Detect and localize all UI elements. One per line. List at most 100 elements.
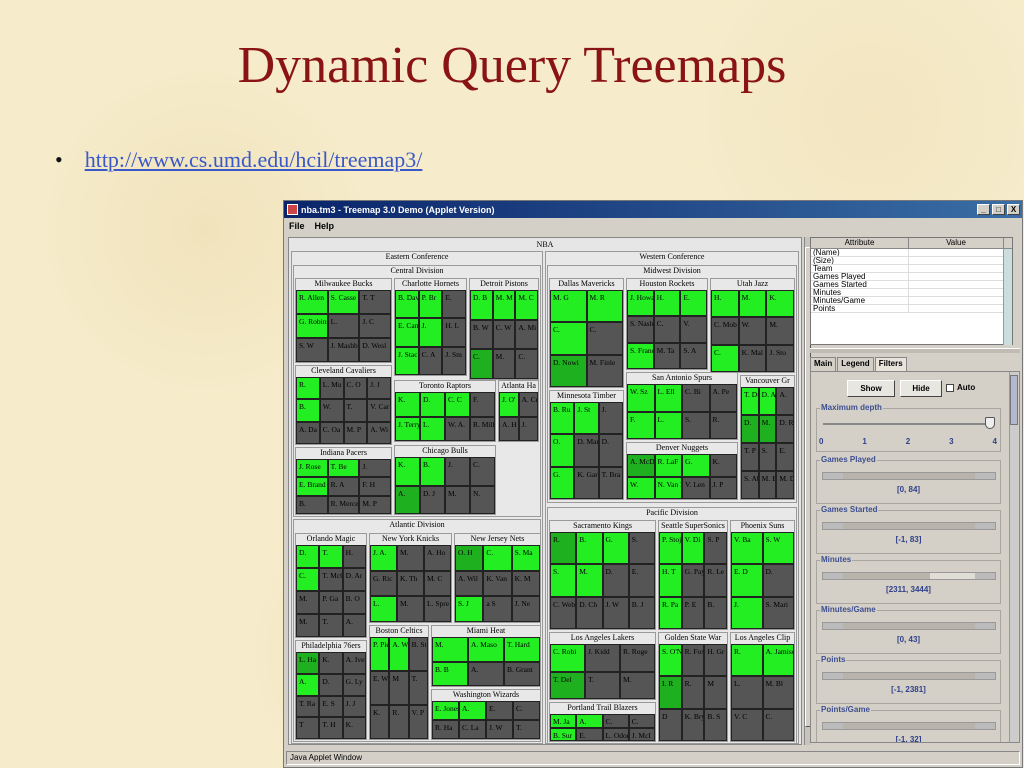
- player-tile[interactable]: C. Mob: [711, 317, 739, 345]
- player-tile[interactable]: D. Ch: [576, 596, 603, 629]
- range-left-handle[interactable]: [823, 723, 843, 729]
- player-tile[interactable]: L.: [370, 596, 397, 622]
- range-slider[interactable]: [822, 622, 996, 630]
- col-attribute[interactable]: Attribute: [811, 238, 909, 248]
- player-tile[interactable]: M: [704, 676, 727, 709]
- player-tile[interactable]: M. C: [424, 570, 451, 597]
- player-tile[interactable]: K.: [370, 705, 390, 739]
- player-tile[interactable]: H.: [653, 290, 681, 317]
- player-tile[interactable]: L. Odom: [602, 727, 629, 741]
- player-tile[interactable]: S. W: [762, 532, 794, 565]
- player-tile[interactable]: M. Bl: [762, 676, 794, 709]
- player-tile[interactable]: M.: [296, 591, 320, 614]
- player-tile[interactable]: E.: [776, 443, 794, 471]
- player-tile[interactable]: E.: [680, 290, 707, 317]
- player-tile[interactable]: P. Stojako: [659, 532, 682, 565]
- player-tile[interactable]: M.: [445, 485, 470, 514]
- player-tile[interactable]: B. Grant: [504, 661, 540, 686]
- player-tile[interactable]: J.: [731, 596, 763, 629]
- player-tile[interactable]: W.: [738, 317, 767, 345]
- attribute-row[interactable]: Points: [811, 305, 1012, 313]
- player-tile[interactable]: J. W: [602, 596, 629, 629]
- menu-file[interactable]: File: [289, 221, 305, 231]
- range-left-handle[interactable]: [823, 573, 843, 579]
- player-tile[interactable]: T. McGrad: [319, 568, 343, 591]
- player-tile[interactable]: K.: [342, 717, 366, 739]
- player-tile[interactable]: B. St: [408, 637, 428, 671]
- player-tile[interactable]: C. Webber: [550, 596, 577, 629]
- player-tile[interactable]: H. T: [659, 564, 682, 597]
- player-tile[interactable]: F.: [627, 411, 655, 439]
- player-tile[interactable]: A. Wil: [455, 570, 484, 597]
- menu-help[interactable]: Help: [315, 221, 335, 231]
- player-tile[interactable]: a S: [483, 596, 512, 622]
- player-tile[interactable]: K. Th: [397, 570, 424, 597]
- minimize-button[interactable]: _: [977, 204, 990, 215]
- player-tile[interactable]: R.: [681, 676, 705, 709]
- player-tile[interactable]: J. Sto: [766, 344, 794, 372]
- player-tile[interactable]: A. Mi: [515, 319, 538, 350]
- player-tile[interactable]: T.: [319, 545, 343, 568]
- player-tile[interactable]: L.: [654, 411, 682, 439]
- player-tile[interactable]: T.: [408, 671, 428, 705]
- player-tile[interactable]: R. A: [327, 477, 360, 496]
- treemap-link[interactable]: http://www.cs.umd.edu/hcil/treemap3/: [85, 147, 423, 172]
- player-tile[interactable]: M. P: [343, 421, 368, 444]
- player-tile[interactable]: A.: [468, 661, 504, 686]
- player-tile[interactable]: W.: [627, 476, 655, 499]
- player-tile[interactable]: J. St: [574, 402, 599, 435]
- panel-scrollbar[interactable]: [1009, 372, 1018, 742]
- player-tile[interactable]: M.: [738, 290, 767, 318]
- player-tile[interactable]: J. McI: [628, 727, 655, 741]
- player-tile[interactable]: H.: [342, 545, 366, 568]
- player-tile[interactable]: R. Fox: [681, 644, 705, 677]
- player-tile[interactable]: J. Kidd: [585, 644, 620, 672]
- player-tile[interactable]: S. P: [704, 532, 727, 565]
- player-tile[interactable]: E.: [576, 727, 603, 741]
- player-tile[interactable]: A.: [576, 714, 603, 728]
- player-tile[interactable]: R.: [709, 411, 737, 439]
- depth-track[interactable]: [823, 423, 993, 425]
- col-value[interactable]: Value: [909, 238, 1004, 248]
- player-tile[interactable]: C. Robi: [550, 644, 585, 672]
- player-tile[interactable]: B. O: [342, 591, 366, 614]
- player-tile[interactable]: R. Roge: [620, 644, 655, 672]
- player-tile[interactable]: B. W: [470, 319, 493, 350]
- player-tile[interactable]: C.: [515, 349, 538, 379]
- player-tile[interactable]: J. Rose: [296, 459, 328, 478]
- player-tile[interactable]: J. Ne: [511, 596, 540, 622]
- player-tile[interactable]: D: [659, 708, 682, 741]
- player-tile[interactable]: H.: [711, 290, 739, 318]
- player-tile[interactable]: D. B: [470, 290, 493, 320]
- player-tile[interactable]: C.: [513, 701, 540, 720]
- player-tile[interactable]: C. W: [492, 319, 516, 350]
- attribute-row[interactable]: (Size): [811, 257, 1012, 265]
- tab-legend[interactable]: Legend: [837, 357, 874, 371]
- player-tile[interactable]: E. Brand: [296, 477, 328, 496]
- maximize-button[interactable]: □: [992, 204, 1005, 215]
- player-tile[interactable]: A. Pe: [709, 384, 737, 412]
- player-tile[interactable]: A. Ho: [424, 545, 451, 571]
- player-tile[interactable]: M.: [492, 349, 516, 379]
- player-tile[interactable]: V. Car: [367, 399, 391, 422]
- player-tile[interactable]: A. Da: [296, 421, 320, 444]
- player-tile[interactable]: A. Iverson: [342, 652, 366, 674]
- player-tile[interactable]: S. Nash: [627, 316, 654, 343]
- player-tile[interactable]: L. Mu: [319, 377, 344, 400]
- player-tile[interactable]: D.: [741, 415, 759, 443]
- player-tile[interactable]: J. P: [709, 476, 737, 499]
- player-tile[interactable]: E.: [628, 564, 655, 597]
- player-tile[interactable]: P. Ga: [319, 591, 343, 614]
- player-tile[interactable]: C.: [628, 714, 655, 728]
- player-tile[interactable]: B. Davi: [395, 290, 419, 319]
- player-tile[interactable]: G. Ric: [370, 570, 397, 597]
- player-tile[interactable]: D. J: [420, 485, 445, 514]
- player-tile[interactable]: K. M: [511, 570, 540, 597]
- player-tile[interactable]: B.: [296, 399, 320, 422]
- player-tile[interactable]: T. Be: [327, 459, 360, 478]
- player-tile[interactable]: J. J: [367, 377, 391, 400]
- player-tile[interactable]: I. R: [659, 676, 682, 709]
- player-tile[interactable]: A. Wal: [389, 637, 409, 671]
- player-tile[interactable]: L. Ell: [654, 384, 682, 412]
- player-tile[interactable]: M. R: [586, 290, 623, 323]
